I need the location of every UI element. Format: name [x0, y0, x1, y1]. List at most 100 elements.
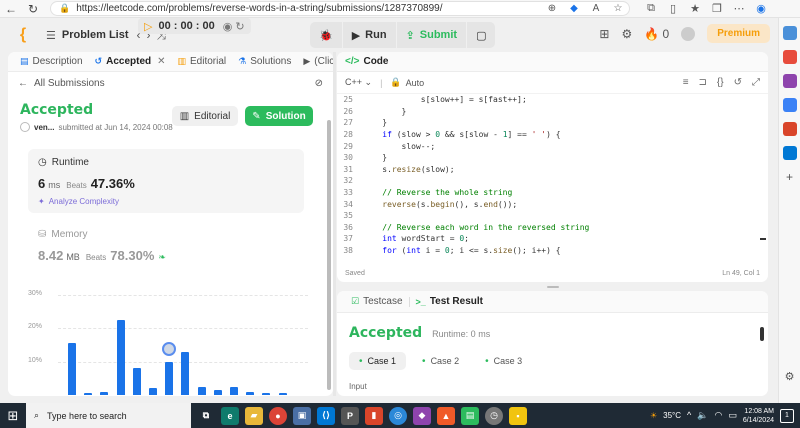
leetcode-logo-icon[interactable]: { [12, 24, 34, 46]
share-icon[interactable]: ⊘ [315, 78, 323, 89]
settings-icon[interactable]: ⚙ [621, 27, 632, 41]
app-brave-icon[interactable]: ▲ [437, 406, 455, 425]
zoom-icon[interactable]: ⊕ [541, 3, 563, 14]
copilot-icon[interactable]: ◉ [750, 2, 772, 15]
app-purple-icon[interactable]: ◆ [413, 406, 431, 425]
back-icon[interactable]: ← [0, 0, 22, 18]
chart-bar[interactable] [84, 393, 93, 395]
tools-icon[interactable] [782, 74, 797, 88]
run-button[interactable]: ▶ Run [343, 22, 397, 48]
code-line[interactable]: 32 [337, 175, 768, 187]
file-explorer-icon[interactable]: ▰ [245, 406, 263, 425]
language-select[interactable]: C++ ⌄ [345, 77, 372, 88]
code-line[interactable]: 37 int wordStart = 0; [337, 233, 768, 245]
tab-testcase[interactable]: ☑ Testcase [345, 296, 409, 307]
code-line[interactable]: 33 // Reverse the whole string [337, 187, 768, 199]
code-line[interactable]: 30 } [337, 152, 768, 164]
code-line[interactable]: 27 } [337, 117, 768, 129]
temperature[interactable]: 35°C [663, 411, 681, 420]
chart-bar[interactable] [278, 393, 287, 395]
code-line[interactable]: 28 if (slow > 0 && s[slow - 1] == ' ') { [337, 129, 768, 141]
reset-icon[interactable]: ↺ [734, 77, 742, 88]
app-orange-icon[interactable]: ▮ [365, 406, 383, 425]
analyze-complexity-link[interactable]: ✦ Analyze Complexity [38, 197, 294, 206]
tab-editorial[interactable]: ▥ Editorial [172, 52, 233, 72]
task-view-icon[interactable]: ⧉ [197, 407, 215, 425]
battery-icon[interactable]: ▭ [728, 410, 737, 421]
code-editor[interactable]: 25 s[slow++] = s[fast++]; 26 } 27 } 28 if (… [337, 94, 768, 262]
notes-button[interactable]: ▢ [467, 22, 495, 48]
solution-button[interactable]: ✎ Solution [245, 106, 313, 126]
user-name[interactable]: ven... [34, 123, 54, 132]
chart-bar[interactable] [116, 320, 125, 395]
app-yellow-icon[interactable]: ▪ [509, 406, 527, 425]
editorial-button[interactable]: ▥ Editorial [172, 106, 238, 126]
eye-icon[interactable]: ◉ ↻ [223, 20, 245, 33]
avatar[interactable] [681, 26, 696, 41]
code-line[interactable]: 35 [337, 210, 768, 222]
close-icon[interactable]: ✕ [157, 56, 165, 67]
clock[interactable]: 12:08 AM 6/14/2024 [743, 407, 774, 425]
tab-test-result[interactable]: >_ Test Result [410, 296, 489, 307]
favorites-bar-icon[interactable]: ★ [684, 2, 706, 15]
chart-bar[interactable] [213, 390, 222, 395]
streak[interactable]: 🔥 0 [644, 27, 669, 41]
chrome-icon[interactable]: ● [269, 406, 287, 425]
outlook-icon[interactable] [782, 146, 797, 160]
chart-bar[interactable] [68, 343, 76, 395]
horizontal-resize-handle[interactable] [337, 284, 768, 290]
runtime-distribution-chart[interactable]: 30% 20% 10% [28, 287, 308, 396]
favorite-icon[interactable]: ☆ [607, 3, 629, 14]
code-line[interactable]: 34 reverse(s.begin(), s.end()); [337, 198, 768, 210]
case-tab[interactable]: • Case 2 [412, 352, 469, 370]
tab-solutions[interactable]: ⚗ Solutions [232, 52, 297, 72]
chart-bar[interactable] [132, 368, 141, 395]
layout-icon[interactable]: ⊞ [599, 27, 609, 41]
chevron-up-icon[interactable]: ^ [687, 410, 691, 421]
submit-button[interactable]: ⇪ Submit [397, 22, 468, 48]
code-line[interactable]: 38 for (int i = 0; i <= s.size(); i++) { [337, 245, 768, 257]
windows-start-icon[interactable]: ⊞ [0, 403, 26, 428]
taskbar-search[interactable]: ⌕ Type here to search [26, 403, 191, 428]
chart-bar[interactable] [246, 391, 255, 395]
notification-icon[interactable]: 1 [780, 408, 794, 423]
games-icon[interactable] [782, 98, 797, 112]
format-icon[interactable]: ≡ [683, 77, 689, 88]
code-line[interactable]: 26 } [337, 106, 768, 118]
chart-bar[interactable] [149, 388, 157, 395]
wifi-icon[interactable]: ◠ [714, 410, 722, 421]
tab-click[interactable]: ▶ (Click) [297, 52, 333, 72]
search-icon[interactable] [782, 26, 797, 40]
all-submissions-link[interactable]: ← All Submissions ⊘ [8, 72, 333, 94]
shopping-icon[interactable] [782, 50, 797, 64]
timer[interactable]: ▷ 00 : 00 : 00 ◉ ↻ [138, 18, 251, 34]
chart-bar[interactable] [181, 351, 190, 395]
chart-bar[interactable] [262, 393, 271, 395]
app-blue-icon[interactable]: ◎ [389, 406, 407, 425]
problem-list-link[interactable]: ☰ Problem List [46, 29, 129, 42]
case-tab[interactable]: • Case 1 [349, 352, 407, 370]
debug-button[interactable]: 🐞 [310, 22, 343, 48]
app-p-icon[interactable]: P [341, 406, 359, 425]
read-aloud-icon[interactable]: A [585, 3, 607, 14]
address-bar[interactable]: 🔒 https://leetcode.com/problems/reverse-… [50, 1, 630, 16]
scrollbar[interactable] [327, 120, 331, 390]
braces-icon[interactable]: {} [717, 77, 724, 88]
auto-mode[interactable]: 🔒 Auto [390, 77, 424, 88]
office-icon[interactable] [782, 122, 797, 136]
weather-icon[interactable]: ☀ [650, 411, 657, 420]
settings-icon[interactable]: ⚙ [783, 370, 797, 384]
expand-icon[interactable]: ⤢ [752, 77, 760, 88]
your-submission-marker[interactable] [162, 341, 177, 356]
photos-icon[interactable]: ▣ [293, 406, 311, 425]
chart-bar[interactable] [230, 386, 238, 395]
scrollbar[interactable] [760, 327, 764, 341]
refresh-icon[interactable]: ↻ [22, 0, 44, 18]
play-icon[interactable]: ▷ [144, 20, 152, 33]
edge-icon[interactable]: e [221, 406, 239, 425]
code-line[interactable]: 29 slow--; [337, 140, 768, 152]
tab-accepted[interactable]: ↺ Accepted ✕ [89, 52, 172, 72]
vertical-resize-handle[interactable] [333, 52, 336, 396]
chart-bar[interactable] [197, 386, 206, 395]
code-line[interactable]: 31 s.resize(slow); [337, 164, 768, 176]
